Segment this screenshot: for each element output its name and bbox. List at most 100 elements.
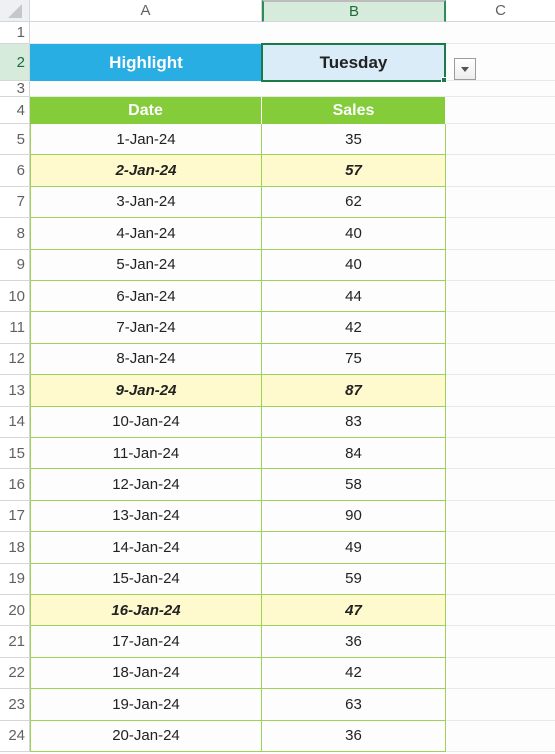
table-cell-date[interactable]: 10-Jan-24 bbox=[30, 407, 262, 438]
table-cell-sales[interactable]: 84 bbox=[262, 438, 446, 469]
grid-cell[interactable] bbox=[446, 532, 555, 563]
table-cell-date[interactable]: 20-Jan-24 bbox=[30, 721, 262, 752]
row-header[interactable]: 1 bbox=[0, 22, 30, 44]
row-header[interactable]: 20 bbox=[0, 595, 30, 626]
row-header[interactable]: 9 bbox=[0, 250, 30, 281]
table-cell-sales[interactable]: 36 bbox=[262, 721, 446, 752]
row-header[interactable]: 23 bbox=[0, 689, 30, 720]
row-header[interactable]: 8 bbox=[0, 218, 30, 249]
table-cell-sales[interactable]: 83 bbox=[262, 407, 446, 438]
data-validation-dropdown-icon[interactable] bbox=[454, 58, 476, 80]
col-header-a[interactable]: A bbox=[30, 0, 262, 22]
grid-cell[interactable] bbox=[446, 501, 555, 532]
row-header[interactable]: 15 bbox=[0, 438, 30, 469]
table-cell-date[interactable]: 7-Jan-24 bbox=[30, 312, 262, 343]
table-cell-sales[interactable]: 47 bbox=[262, 595, 446, 626]
table-cell-date[interactable]: 8-Jan-24 bbox=[30, 344, 262, 375]
table-cell-sales[interactable]: 44 bbox=[262, 281, 446, 312]
row-header[interactable]: 24 bbox=[0, 721, 30, 752]
grid-cell[interactable] bbox=[446, 721, 555, 752]
table-cell-sales[interactable]: 59 bbox=[262, 564, 446, 595]
table-cell-sales[interactable]: 40 bbox=[262, 218, 446, 249]
row-header[interactable]: 14 bbox=[0, 407, 30, 438]
grid-cell[interactable] bbox=[262, 22, 446, 44]
grid-cell[interactable] bbox=[446, 312, 555, 343]
fill-handle[interactable] bbox=[441, 77, 447, 83]
table-cell-sales[interactable]: 42 bbox=[262, 658, 446, 689]
table-cell-date[interactable]: 19-Jan-24 bbox=[30, 689, 262, 720]
table-cell-date[interactable]: 6-Jan-24 bbox=[30, 281, 262, 312]
table-cell-sales[interactable]: 75 bbox=[262, 344, 446, 375]
highlight-label-cell[interactable]: Highlight bbox=[30, 44, 262, 81]
row-header[interactable]: 13 bbox=[0, 375, 30, 406]
table-cell-date[interactable]: 4-Jan-24 bbox=[30, 218, 262, 249]
table-cell-sales[interactable]: 42 bbox=[262, 312, 446, 343]
row-header[interactable]: 10 bbox=[0, 281, 30, 312]
grid-cell[interactable] bbox=[446, 81, 555, 97]
grid-cell[interactable] bbox=[446, 469, 555, 500]
grid-cell[interactable] bbox=[446, 344, 555, 375]
table-cell-sales[interactable]: 40 bbox=[262, 250, 446, 281]
row-header[interactable]: 3 bbox=[0, 81, 30, 97]
grid-cell[interactable] bbox=[446, 658, 555, 689]
grid-cell[interactable] bbox=[446, 187, 555, 218]
grid-cell[interactable] bbox=[446, 689, 555, 720]
grid-cell[interactable] bbox=[446, 22, 555, 44]
table-cell-date[interactable]: 1-Jan-24 bbox=[30, 124, 262, 155]
table-cell-sales[interactable]: 49 bbox=[262, 532, 446, 563]
grid-cell[interactable] bbox=[446, 438, 555, 469]
select-all-cell[interactable] bbox=[0, 0, 30, 22]
table-header-date[interactable]: Date bbox=[30, 97, 262, 124]
table-cell-date[interactable]: 11-Jan-24 bbox=[30, 438, 262, 469]
table-cell-date[interactable]: 14-Jan-24 bbox=[30, 532, 262, 563]
table-cell-date[interactable]: 9-Jan-24 bbox=[30, 375, 262, 406]
grid-cell[interactable] bbox=[262, 81, 446, 97]
table-cell-date[interactable]: 12-Jan-24 bbox=[30, 469, 262, 500]
grid-cell[interactable] bbox=[446, 564, 555, 595]
row-header[interactable]: 5 bbox=[0, 124, 30, 155]
table-cell-date[interactable]: 16-Jan-24 bbox=[30, 595, 262, 626]
grid-cell[interactable] bbox=[446, 375, 555, 406]
table-cell-date[interactable]: 3-Jan-24 bbox=[30, 187, 262, 218]
grid-cell[interactable] bbox=[446, 626, 555, 657]
row-header[interactable]: 18 bbox=[0, 532, 30, 563]
row-header[interactable]: 7 bbox=[0, 187, 30, 218]
table-cell-date[interactable]: 5-Jan-24 bbox=[30, 250, 262, 281]
col-header-c[interactable]: C bbox=[446, 0, 555, 22]
table-cell-sales[interactable]: 36 bbox=[262, 626, 446, 657]
col-header-b[interactable]: B bbox=[262, 0, 446, 22]
table-cell-sales[interactable]: 87 bbox=[262, 375, 446, 406]
active-cell-b2[interactable]: Tuesday bbox=[261, 43, 446, 82]
row-header[interactable]: 16 bbox=[0, 469, 30, 500]
row-header[interactable]: 17 bbox=[0, 501, 30, 532]
row-header[interactable]: 11 bbox=[0, 312, 30, 343]
grid-cell[interactable] bbox=[446, 218, 555, 249]
row-header[interactable]: 12 bbox=[0, 344, 30, 375]
grid-cell[interactable] bbox=[446, 595, 555, 626]
table-cell-sales[interactable]: 58 bbox=[262, 469, 446, 500]
table-cell-sales[interactable]: 35 bbox=[262, 124, 446, 155]
row-header[interactable]: 4 bbox=[0, 97, 30, 124]
table-cell-sales[interactable]: 62 bbox=[262, 187, 446, 218]
table-cell-sales[interactable]: 57 bbox=[262, 155, 446, 186]
table-cell-date[interactable]: 18-Jan-24 bbox=[30, 658, 262, 689]
table-cell-sales[interactable]: 90 bbox=[262, 501, 446, 532]
row-header[interactable]: 21 bbox=[0, 626, 30, 657]
row-header[interactable]: 6 bbox=[0, 155, 30, 186]
row-header[interactable]: 2 bbox=[0, 44, 30, 81]
grid-cell[interactable] bbox=[446, 97, 555, 124]
table-header-sales[interactable]: Sales bbox=[262, 97, 446, 124]
table-cell-date[interactable]: 2-Jan-24 bbox=[30, 155, 262, 186]
grid-cell[interactable] bbox=[30, 81, 262, 97]
table-cell-sales[interactable]: 63 bbox=[262, 689, 446, 720]
table-cell-date[interactable]: 13-Jan-24 bbox=[30, 501, 262, 532]
row-header[interactable]: 22 bbox=[0, 658, 30, 689]
grid-cell[interactable] bbox=[446, 250, 555, 281]
grid-cell[interactable] bbox=[30, 22, 262, 44]
grid-cell[interactable] bbox=[446, 407, 555, 438]
grid-cell[interactable] bbox=[446, 124, 555, 155]
grid-cell[interactable] bbox=[446, 281, 555, 312]
table-cell-date[interactable]: 17-Jan-24 bbox=[30, 626, 262, 657]
row-header[interactable]: 19 bbox=[0, 564, 30, 595]
grid-cell[interactable] bbox=[446, 155, 555, 186]
